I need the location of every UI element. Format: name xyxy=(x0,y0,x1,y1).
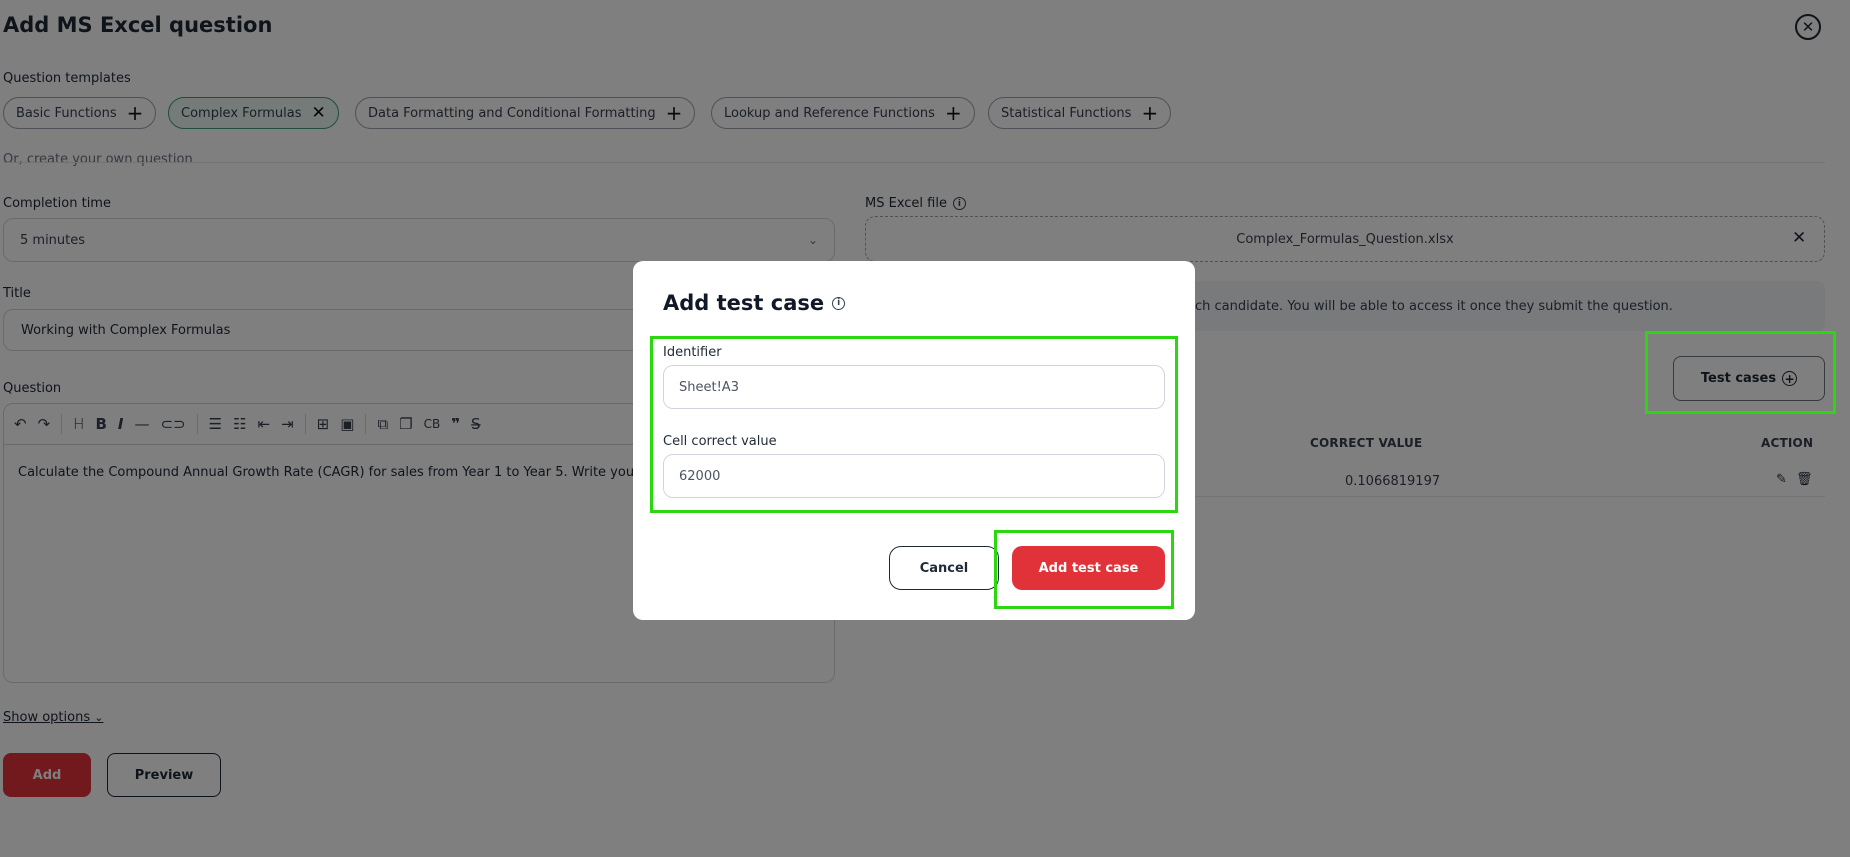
info-icon[interactable]: i xyxy=(832,296,846,310)
add-test-case-button[interactable]: Add test case xyxy=(1012,546,1165,590)
add-excel-question-page: Add MS Excel question ✕ Question templat… xyxy=(0,0,1850,857)
cell-value-input[interactable]: 62000 xyxy=(663,454,1165,498)
cell-value-value: 62000 xyxy=(679,468,721,484)
cell-value-label: Cell correct value xyxy=(663,434,777,449)
identifier-label: Identifier xyxy=(663,345,722,360)
cancel-button[interactable]: Cancel xyxy=(889,546,999,590)
add-test-case-modal: Add test case i Identifier Sheet!A3 Cell… xyxy=(633,261,1195,620)
identifier-value: Sheet!A3 xyxy=(679,379,739,395)
modal-title-text: Add test case xyxy=(663,291,825,315)
identifier-input[interactable]: Sheet!A3 xyxy=(663,365,1165,409)
modal-title: Add test case i xyxy=(663,291,846,315)
